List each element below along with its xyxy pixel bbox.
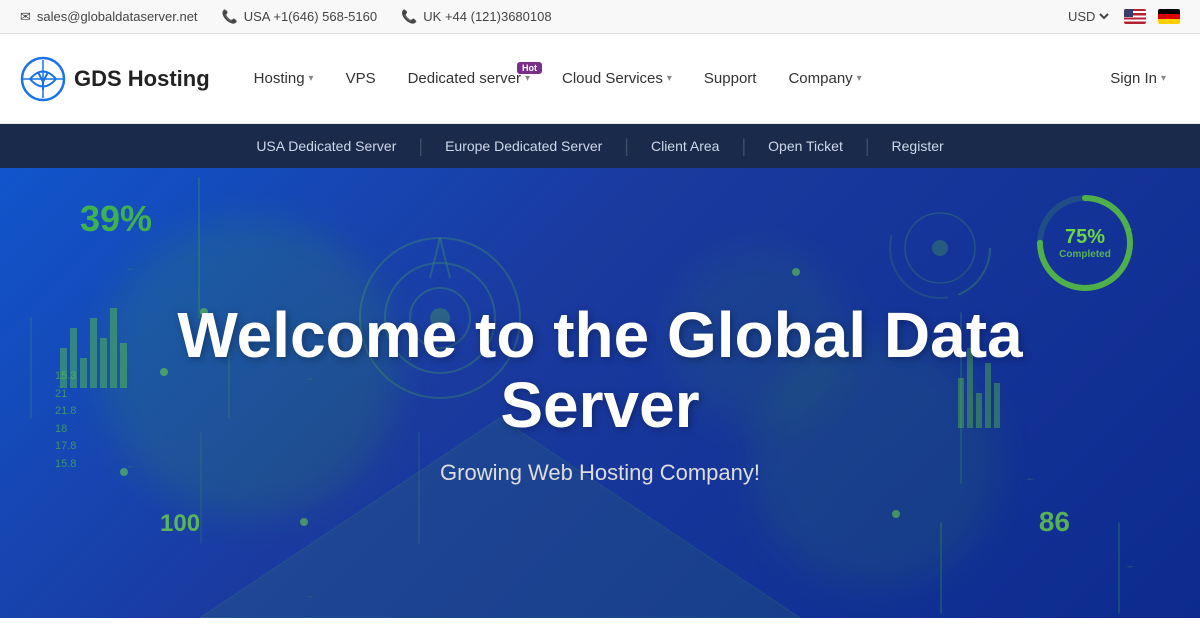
nav-company[interactable]: Company ▾ [774,60,875,97]
phone-usa-number: USA +1(646) 568-5160 [244,9,377,24]
secondary-nav: USA Dedicated Server | Europe Dedicated … [0,124,1200,168]
email-icon: ✉ [20,9,31,25]
flag-us-icon[interactable] [1124,9,1146,24]
nav-company-label: Company [788,70,852,87]
ring-text: Completed [1059,249,1111,261]
email-contact: ✉ sales@globaldataserver.net [20,9,198,25]
nav-dedicated[interactable]: Hot Dedicated server ▾ [394,60,544,97]
hero-title: Welcome to the Global Data Server [150,300,1050,441]
progress-ring: 75% Completed [1030,188,1140,298]
logo-text: GDS Hosting [74,66,210,92]
dot-3 [120,468,128,476]
hero-subtitle: Growing Web Hosting Company! [150,460,1050,486]
phone-usa-contact: 📞 USA +1(646) 568-5160 [222,9,378,25]
ring-label: 75% Completed [1059,225,1111,261]
phone-icon-uk: 📞 [401,9,417,25]
hero-section: 39% 15.32121.81817.815.8 [0,168,1200,618]
nav-vps-label: VPS [346,70,376,87]
nav-support-label: Support [704,70,757,87]
pct-label-39: 39% [80,198,152,240]
flag-de-icon[interactable] [1158,9,1180,24]
chevron-down-icon-signin: ▾ [1161,73,1166,84]
hot-badge: Hot [517,62,542,74]
phone-uk-contact: 📞 UK +44 (121)3680108 [401,9,551,25]
circle-segments-svg [880,188,1000,308]
chevron-down-icon-dedicated: ▾ [525,73,530,84]
logo-icon [20,56,66,102]
num-86: 86 [1039,506,1070,538]
sign-in-label: Sign In [1110,70,1157,87]
dot-5 [792,268,800,276]
ring-pct: 75% [1059,225,1111,249]
top-bar: ✉ sales@globaldataserver.net 📞 USA +1(64… [0,0,1200,34]
nav-dedicated-label: Dedicated server [408,70,521,87]
currency-selector[interactable]: USD EUR GBP [1064,8,1112,25]
nav-cloud-label: Cloud Services [562,70,663,87]
nav-support[interactable]: Support [690,60,771,97]
sign-in-button[interactable]: Sign In ▾ [1096,60,1180,97]
chevron-down-icon: ▾ [309,73,314,84]
header: GDS Hosting Hosting ▾ VPS Hot Dedicated … [0,34,1200,124]
nav-hosting[interactable]: Hosting ▾ [240,60,328,97]
hero-content: Welcome to the Global Data Server Growin… [150,300,1050,487]
email-address: sales@globaldataserver.net [37,9,198,24]
secondary-nav-client[interactable]: Client Area [629,124,741,168]
number-lines: 15.32121.81817.815.8 [55,368,76,474]
nav-hosting-label: Hosting [254,70,305,87]
top-bar-right: USD EUR GBP [1064,8,1180,25]
phone-icon-usa: 📞 [222,9,238,25]
top-bar-contacts: ✉ sales@globaldataserver.net 📞 USA +1(64… [20,9,552,25]
secondary-nav-usa[interactable]: USA Dedicated Server [234,124,418,168]
chevron-down-icon-cloud: ▾ [667,73,672,84]
phone-uk-number: UK +44 (121)3680108 [423,9,551,24]
secondary-nav-ticket[interactable]: Open Ticket [746,124,865,168]
nav-vps[interactable]: VPS [332,60,390,97]
main-nav: Hosting ▾ VPS Hot Dedicated server ▾ Clo… [240,60,1180,97]
nav-cloud[interactable]: Cloud Services ▾ [548,60,686,97]
secondary-nav-europe[interactable]: Europe Dedicated Server [423,124,624,168]
chevron-down-icon-company: ▾ [857,73,862,84]
secondary-nav-register[interactable]: Register [870,124,966,168]
logo[interactable]: GDS Hosting [20,56,210,102]
num-100: 100 [160,510,200,538]
dot-6 [892,510,900,518]
